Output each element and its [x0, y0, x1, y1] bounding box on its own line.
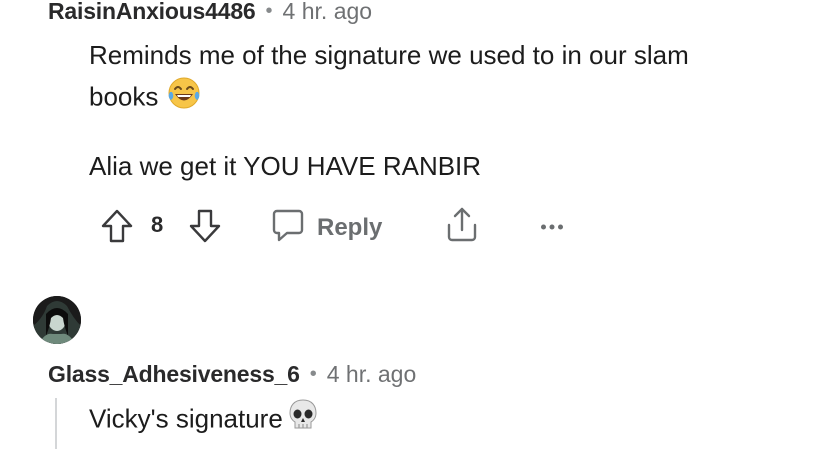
laughing-emoji-icon — [166, 75, 202, 122]
comment-body-line: Alia we get it YOU HAVE RANBIR — [89, 151, 482, 181]
share-icon — [444, 206, 480, 249]
comment-body-text: Vicky's signature — [89, 403, 283, 434]
arrow-up-icon — [100, 208, 134, 249]
reply-label: Reply — [317, 213, 383, 241]
comment-header: Glass_Adhesiveness_6 • 4 hr. ago — [48, 357, 416, 391]
upvote-button[interactable] — [100, 208, 134, 249]
avatar[interactable] — [33, 296, 81, 344]
comment-header: RaisinAnxious4486 • 4 hr. ago — [48, 0, 372, 26]
reply-button[interactable]: Reply — [271, 206, 382, 249]
comment-action-bar: 8 Reply — [0, 206, 828, 246]
vote-count: 8 — [151, 212, 164, 237]
skull-emoji-icon — [287, 398, 319, 443]
comment-thread: RaisinAnxious4486 • 4 hr. ago Reminds me… — [0, 0, 828, 449]
downvote-button[interactable] — [188, 208, 222, 249]
comment-body-line: Vicky's signature — [89, 398, 319, 443]
thread-line[interactable] — [55, 398, 57, 449]
more-options-button[interactable] — [540, 218, 564, 236]
comment-username[interactable]: RaisinAnxious4486 — [48, 0, 256, 25]
comment-body-line: books — [89, 75, 202, 122]
speech-bubble-icon — [271, 206, 305, 249]
comment-timestamp[interactable]: 4 hr. ago — [327, 361, 417, 388]
comment-username[interactable]: Glass_Adhesiveness_6 — [48, 361, 300, 388]
meta-separator: • — [309, 362, 317, 385]
share-button[interactable] — [444, 206, 480, 249]
comment-body-line: Reminds me of the signature we used to i… — [89, 40, 689, 70]
comment-timestamp[interactable]: 4 hr. ago — [283, 0, 373, 25]
arrow-down-icon — [188, 208, 222, 249]
meta-separator: • — [265, 0, 273, 22]
more-options-icon — [540, 218, 564, 236]
comment-body-text: books — [89, 81, 159, 112]
